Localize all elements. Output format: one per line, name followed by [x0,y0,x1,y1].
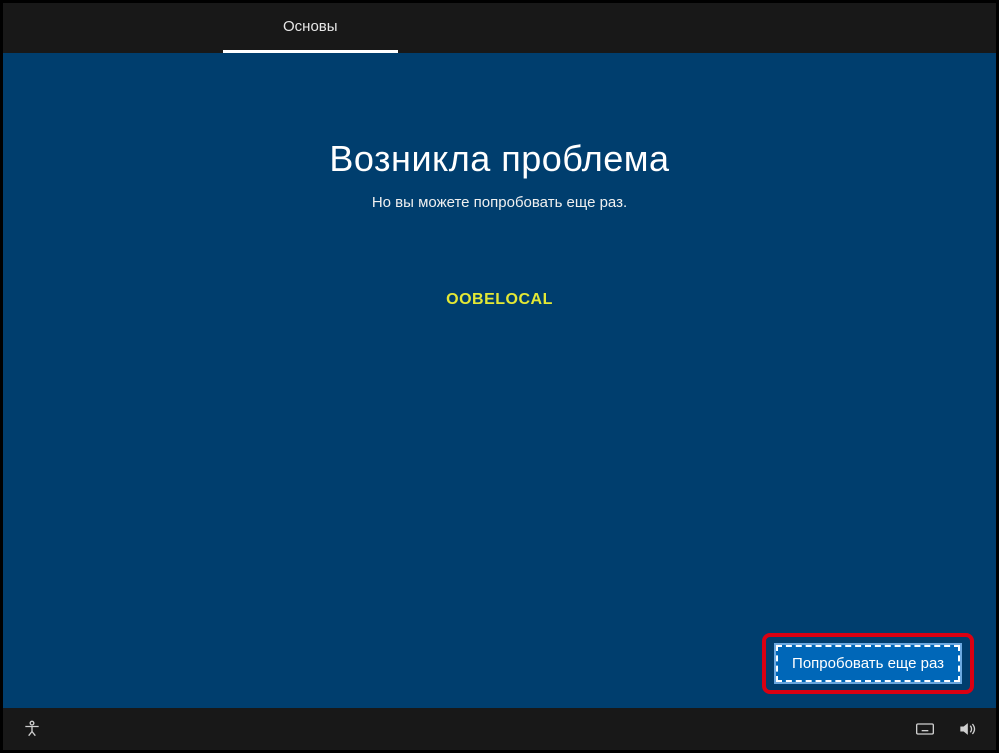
window-frame: Основы Возникла проблема Но вы можете по… [0,0,999,753]
error-heading: Возникла проблема [3,138,996,180]
ease-of-access-icon[interactable] [21,718,43,740]
bottom-left-group [21,718,43,740]
keyboard-icon[interactable] [914,718,936,740]
content-area: Возникла проблема Но вы можете попробова… [3,53,996,708]
retry-button-highlight: Попробовать еще раз [762,633,974,694]
annotation-highlight: Попробовать еще раз [762,633,974,694]
tab-basics[interactable]: Основы [223,3,398,53]
volume-icon[interactable] [956,718,978,740]
tab-label: Основы [283,18,338,35]
top-tab-bar: Основы [3,3,996,53]
retry-button[interactable]: Попробовать еще раз [776,645,960,682]
error-subtext: Но вы можете попробовать еще раз. [3,194,996,211]
bottom-utility-bar [3,708,996,750]
error-code: OOBELOCAL [3,291,996,309]
error-message-block: Возникла проблема Но вы можете попробова… [3,138,996,211]
bottom-right-group [914,718,978,740]
